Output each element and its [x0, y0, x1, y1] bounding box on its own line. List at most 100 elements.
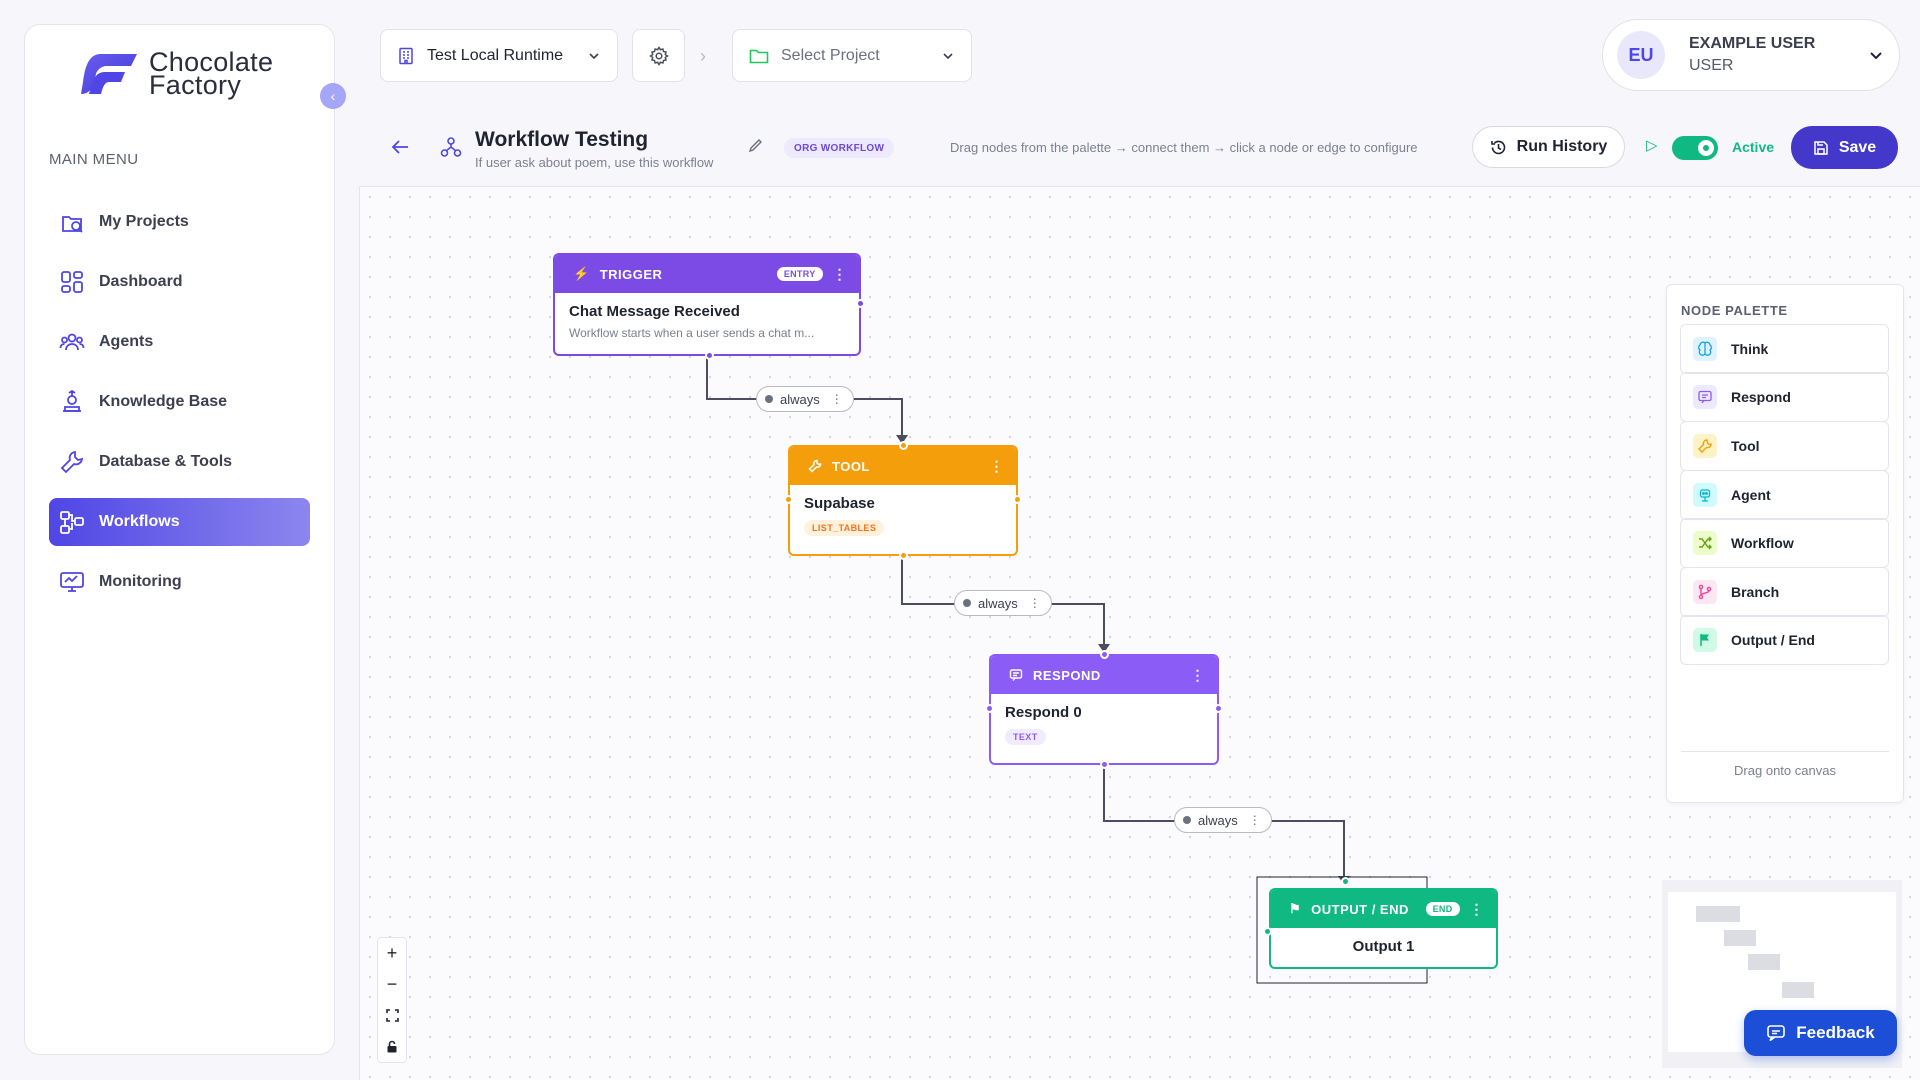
- node-type: TOOL: [832, 458, 870, 474]
- user-name: EXAMPLE USER: [1689, 35, 1816, 52]
- output-port[interactable]: [856, 299, 865, 308]
- palette-item-agent[interactable]: Agent: [1680, 470, 1889, 520]
- sidebar-item-knowledge-base[interactable]: Knowledge Base: [49, 378, 310, 426]
- palette-item-branch[interactable]: Branch: [1680, 567, 1889, 617]
- wrench-icon: [1693, 434, 1717, 458]
- node-menu-icon[interactable]: ⋮: [1470, 902, 1485, 916]
- chevron-left-icon: ‹: [330, 88, 336, 104]
- output-port[interactable]: [899, 551, 908, 560]
- sidebar-item-database-tools[interactable]: Database & Tools: [49, 438, 310, 486]
- node-body: Supabase LIST_TABLES: [790, 485, 1016, 546]
- run-icon[interactable]: ▷: [1646, 136, 1658, 154]
- edge-condition: always: [1198, 812, 1238, 828]
- sidebar-item-label: Dashboard: [99, 273, 183, 290]
- palette-item-workflow[interactable]: Workflow: [1680, 518, 1889, 568]
- output-port[interactable]: [1100, 760, 1109, 769]
- edit-title-button[interactable]: [748, 138, 763, 158]
- node-menu-icon[interactable]: ⋮: [1191, 668, 1206, 682]
- node-menu-icon[interactable]: ⋮: [833, 267, 848, 281]
- output-port[interactable]: [705, 351, 714, 360]
- edge-label[interactable]: always ⋮: [954, 590, 1052, 616]
- sidebar-item-dashboard[interactable]: Dashboard: [49, 258, 310, 306]
- lock-button[interactable]: [378, 1031, 406, 1062]
- node-tool[interactable]: TOOL ⋮ Supabase LIST_TABLES: [784, 441, 1022, 560]
- shuffle-icon: [1693, 531, 1717, 555]
- building-icon: [399, 47, 413, 64]
- sidebar-item-monitoring[interactable]: Monitoring: [49, 558, 310, 606]
- sidebar-item-label: Agents: [99, 333, 154, 350]
- sidebar-item-label: Monitoring: [99, 573, 182, 590]
- gear-icon: [648, 45, 669, 66]
- palette-item-tool[interactable]: Tool: [1680, 421, 1889, 471]
- collapse-sidebar-button[interactable]: ‹: [320, 83, 346, 109]
- monitoring-icon: [60, 572, 84, 592]
- input-port[interactable]: [899, 441, 908, 450]
- input-port[interactable]: [1341, 877, 1350, 886]
- node-header: ⚑ OUTPUT / END END ⋮: [1271, 890, 1496, 928]
- palette-item-output-end[interactable]: Output / End: [1680, 615, 1889, 665]
- save-button[interactable]: Save: [1791, 126, 1898, 169]
- message-icon: [1009, 669, 1023, 681]
- edge-dot: [765, 395, 773, 403]
- node-description: Workflow starts when a user sends a chat…: [569, 326, 815, 340]
- node-body: Respond 0 TEXT: [991, 694, 1217, 755]
- workflow-icon: [60, 511, 84, 534]
- active-toggle[interactable]: [1672, 136, 1718, 160]
- node-respond[interactable]: RESPOND ⋮ Respond 0 TEXT: [985, 650, 1223, 769]
- node-name: Respond 0: [1005, 704, 1082, 721]
- palette-item-label: Tool: [1731, 438, 1760, 454]
- project-placeholder: Select Project: [781, 46, 880, 64]
- sidebar-item-my-projects[interactable]: My Projects: [49, 198, 310, 246]
- zoom-controls: + −: [377, 937, 407, 1063]
- menu-title: MAIN MENU: [49, 151, 139, 168]
- zoom-out-button[interactable]: −: [378, 969, 406, 1000]
- input-port[interactable]: [1100, 650, 1109, 659]
- kebab-icon[interactable]: ⋮: [831, 392, 843, 406]
- run-history-label: Run History: [1516, 138, 1608, 155]
- input-port[interactable]: [784, 495, 793, 504]
- run-history-button[interactable]: Run History: [1472, 126, 1625, 168]
- palette-item-think[interactable]: Think: [1680, 324, 1889, 374]
- user-menu[interactable]: EU EXAMPLE USER USER: [1602, 19, 1900, 91]
- back-button[interactable]: [390, 138, 410, 161]
- runtime-settings-button[interactable]: [632, 29, 685, 82]
- output-port[interactable]: [1013, 495, 1022, 504]
- minimap-node: [1696, 906, 1740, 922]
- workflow-header: Workflow Testing If user ask about poem,…: [360, 112, 1920, 186]
- node-output[interactable]: ⚑ OUTPUT / END END ⋮ Output 1: [1263, 877, 1498, 969]
- node-trigger[interactable]: ⚡ TRIGGER ENTRY ⋮ Chat Message Received …: [553, 253, 865, 360]
- dashboard-icon: [61, 271, 83, 293]
- output-port[interactable]: [1214, 704, 1223, 713]
- active-label: Active: [1732, 139, 1775, 155]
- palette-item-label: Think: [1731, 341, 1769, 357]
- end-badge: END: [1425, 902, 1460, 916]
- palette-divider: [1681, 751, 1889, 752]
- chevron-down-icon: [943, 52, 953, 59]
- node-name: Supabase: [804, 495, 875, 512]
- plus-icon: +: [386, 943, 398, 963]
- sidebar-item-workflows[interactable]: Workflows: [49, 498, 310, 546]
- workflow-canvas[interactable]: always ⋮ always ⋮ always ⋮ ⚡ TRIGGER ENT…: [359, 186, 1920, 1080]
- edge-label[interactable]: always ⋮: [756, 386, 854, 412]
- app-logo[interactable]: Chocolate Factory: [79, 49, 273, 99]
- node-menu-icon[interactable]: ⋮: [990, 459, 1005, 473]
- kebab-icon[interactable]: ⋮: [1029, 596, 1041, 610]
- palette-item-respond[interactable]: Respond: [1680, 372, 1889, 422]
- fit-view-button[interactable]: [378, 1000, 406, 1031]
- feedback-button[interactable]: Feedback: [1744, 1010, 1897, 1056]
- runtime-select[interactable]: Test Local Runtime: [380, 29, 618, 82]
- palette-item-label: Branch: [1731, 584, 1780, 600]
- chevron-down-icon: [589, 52, 599, 59]
- input-port[interactable]: [985, 704, 994, 713]
- minimap-node: [1748, 954, 1780, 970]
- kebab-icon[interactable]: ⋮: [1249, 813, 1261, 827]
- folder-icon: [749, 49, 769, 63]
- node-body: Chat Message Received Workflow starts wh…: [555, 293, 859, 350]
- tool-action-tag: LIST_TABLES: [804, 520, 885, 536]
- project-select[interactable]: Select Project: [732, 29, 972, 82]
- input-port[interactable]: [1263, 927, 1272, 936]
- sidebar: Chocolate Factory ‹ MAIN MENU My Project…: [24, 24, 346, 1055]
- sidebar-item-agents[interactable]: Agents: [49, 318, 310, 366]
- edge-label[interactable]: always ⋮: [1174, 807, 1272, 833]
- zoom-in-button[interactable]: +: [378, 938, 406, 969]
